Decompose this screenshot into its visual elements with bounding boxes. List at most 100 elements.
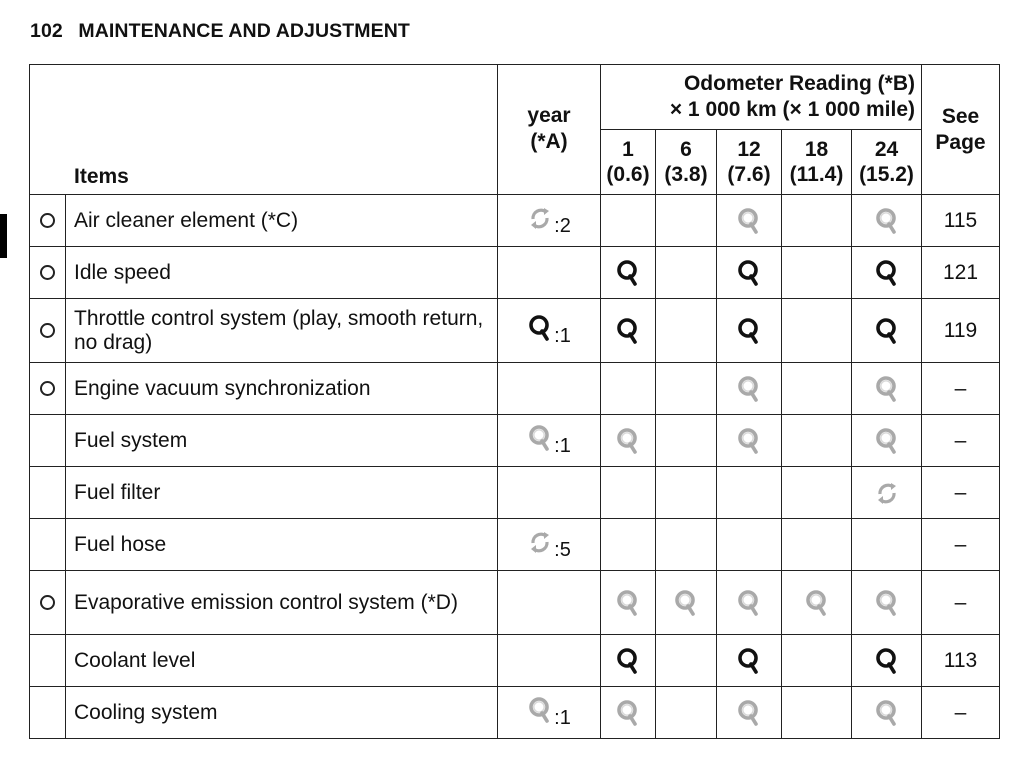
inspect-magnifier-icon: [615, 316, 641, 346]
inspect-magnifier-icon: [874, 206, 900, 236]
inspect-magnifier-icon: [615, 426, 641, 456]
odometer-cell: [600, 570, 656, 635]
header-odometer-column: 1 (0.6): [600, 129, 656, 195]
odometer-cell: [716, 570, 782, 635]
see-page-ref: –: [921, 570, 1000, 635]
year-interval-cell: :1: [497, 414, 601, 467]
year-interval-cell: :1: [497, 298, 601, 363]
table-row: Fuel hose:5 –: [29, 518, 1000, 571]
year-interval-cell: [497, 570, 601, 635]
odometer-cell: [716, 194, 782, 247]
year-interval-value: :1: [554, 706, 571, 729]
item-name: Fuel system: [65, 414, 498, 467]
item-name: Fuel filter: [65, 466, 498, 519]
odometer-cell: [851, 246, 922, 299]
odometer-mile: (0.6): [606, 163, 650, 186]
year-interval-value: :5: [554, 538, 571, 561]
item-name: Evaporative emission control system (*D): [65, 570, 498, 635]
table-row: Engine vacuum synchronization –: [29, 362, 1000, 415]
odometer-km: 6: [680, 138, 692, 161]
odometer-cell: [716, 466, 782, 519]
year-interval-cell: [497, 362, 601, 415]
item-name: Engine vacuum synchronization: [65, 362, 498, 415]
odometer-cell: [655, 518, 717, 571]
odometer-cell: [851, 686, 922, 739]
inspect-magnifier-icon: [736, 426, 762, 456]
inspect-magnifier-icon: [736, 316, 762, 346]
inspect-magnifier-icon: [874, 374, 900, 404]
emission-marker-cell: [29, 414, 66, 467]
odometer-cell: [716, 298, 782, 363]
year-interval-cell: :2: [497, 194, 601, 247]
odometer-km: 12: [737, 138, 761, 161]
table-row: Coolant level 113: [29, 634, 1000, 687]
odometer-cell: [655, 194, 717, 247]
table-row: Idle speed 121: [29, 246, 1000, 299]
odometer-cell: [851, 362, 922, 415]
emission-marker-cell: [29, 686, 66, 739]
inspect-magnifier-icon: [673, 588, 699, 618]
see-page-ref: 115: [921, 194, 1000, 247]
odometer-cell: [851, 570, 922, 635]
emission-marker-cell: [29, 194, 66, 247]
emission-marker-cell: [29, 298, 66, 363]
odometer-cell: [781, 362, 852, 415]
odometer-cell: [781, 634, 852, 687]
odometer-cell: [600, 634, 656, 687]
odometer-cell: [781, 570, 852, 635]
odometer-km: 24: [874, 138, 899, 161]
item-name: Idle speed: [65, 246, 498, 299]
odometer-cell: [851, 518, 922, 571]
see-page-ref: –: [921, 414, 1000, 467]
table-row: Fuel system:1 –: [29, 414, 1000, 467]
section-title: MAINTENANCE AND ADJUSTMENT: [78, 20, 410, 42]
odometer-cell: [600, 518, 656, 571]
odometer-cell: [716, 518, 782, 571]
emission-marker-cell: [29, 246, 66, 299]
odometer-cell: [600, 686, 656, 739]
inspect-magnifier-icon: [874, 426, 900, 456]
header-odometer-column: 18 (11.4): [781, 129, 852, 195]
emission-circle-icon: [40, 213, 55, 229]
table-row: Cooling system:1 –: [29, 686, 1000, 739]
header-year: year (*A): [497, 64, 601, 195]
table-row: Air cleaner element (*C):2 115: [29, 194, 1000, 247]
item-name: Coolant level: [65, 634, 498, 687]
page-header: 102 MAINTENANCE AND ADJUSTMENT: [30, 20, 410, 43]
maintenance-schedule-table: Items year (*A) Odometer Reading (*B) × …: [29, 64, 1000, 739]
year-interval-cell: [497, 246, 601, 299]
odometer-cell: [655, 634, 717, 687]
emission-circle-icon: [40, 595, 55, 611]
inspect-magnifier-icon: [615, 258, 641, 288]
header-items: Items: [29, 64, 498, 195]
odometer-cell: [781, 298, 852, 363]
header-odometer-line2: × 1 000 km (× 1 000 mile): [669, 98, 915, 121]
odometer-cell: [716, 634, 782, 687]
header-odometer-column: 24 (15.2): [851, 129, 922, 195]
odometer-mile: (7.6): [727, 163, 771, 186]
see-page-ref: 113: [921, 634, 1000, 687]
odometer-cell: [781, 194, 852, 247]
replace-arrows-icon: [527, 203, 553, 233]
odometer-cell: [851, 466, 922, 519]
odometer-cell: [655, 298, 717, 363]
item-name: Air cleaner element (*C): [65, 194, 498, 247]
year-interval-value: :1: [554, 324, 571, 347]
inspect-magnifier-icon: [874, 698, 900, 728]
odometer-cell: [851, 298, 922, 363]
odometer-cell: [600, 466, 656, 519]
inspect-magnifier-icon: [736, 588, 762, 618]
inspect-magnifier-icon: [874, 258, 900, 288]
header-odometer-column: 6 (3.8): [655, 129, 717, 195]
header-see-page: See Page: [921, 64, 1000, 195]
odometer-cell: [655, 362, 717, 415]
header-year-line2: (*A): [530, 130, 568, 153]
odometer-mile: (11.4): [789, 163, 844, 186]
table-row: Evaporative emission control system (*D)…: [29, 570, 1000, 635]
odometer-cell: [655, 686, 717, 739]
inspect-magnifier-icon: [874, 316, 900, 346]
inspect-magnifier-icon: [615, 698, 641, 728]
inspect-magnifier-icon: [736, 258, 762, 288]
item-name: Throttle control system (play, smooth re…: [65, 298, 498, 363]
header-year-line1: year: [527, 104, 571, 127]
